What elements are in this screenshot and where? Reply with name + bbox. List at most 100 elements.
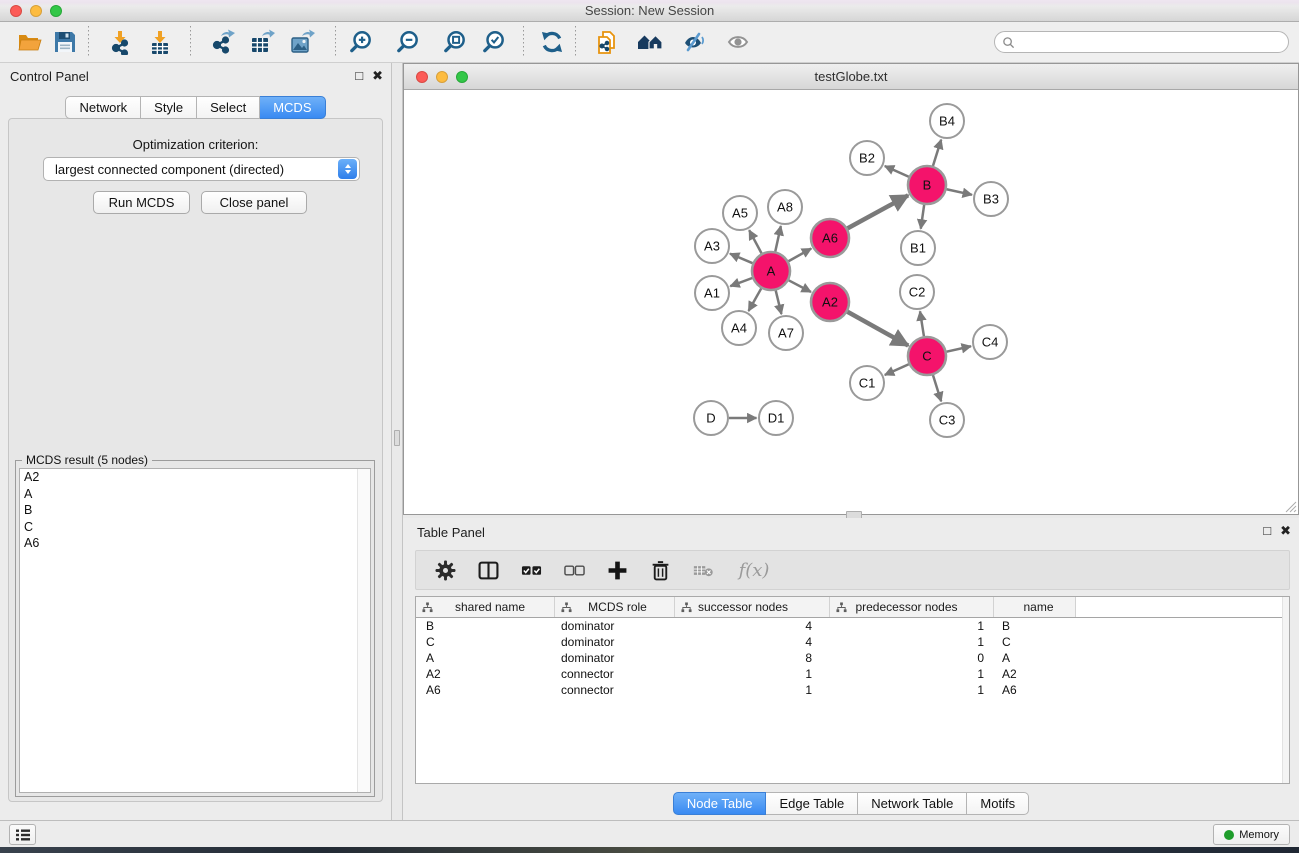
- graph-edge-A-A7[interactable]: [776, 290, 782, 314]
- home-view-button[interactable]: [635, 27, 665, 57]
- open-file-button[interactable]: [15, 27, 45, 57]
- graph-node-A5[interactable]: A5: [723, 196, 757, 230]
- graph-edge-A-A5[interactable]: [749, 230, 761, 253]
- close-panel-icon[interactable]: ✖: [1280, 523, 1291, 538]
- graph-node-A[interactable]: A: [752, 252, 790, 290]
- delete-row-button[interactable]: [648, 558, 672, 582]
- graph-edge-C-C1[interactable]: [885, 364, 909, 375]
- splitter-grip[interactable]: [394, 430, 400, 446]
- graph-node-A7[interactable]: A7: [769, 316, 803, 350]
- table-row[interactable]: A6connector11A6: [416, 682, 1289, 698]
- graph-node-A4[interactable]: A4: [722, 311, 756, 345]
- scrollbar-track[interactable]: [1282, 597, 1289, 783]
- export-image-button[interactable]: [287, 27, 317, 57]
- graph-node-D1[interactable]: D1: [759, 401, 793, 435]
- graph-edge-C-C2[interactable]: [920, 311, 924, 336]
- graph-edge-A2-C[interactable]: [847, 312, 908, 346]
- float-panel-icon[interactable]: □: [1263, 523, 1271, 538]
- import-network-button[interactable]: [105, 27, 135, 57]
- graph-node-C[interactable]: C: [908, 337, 946, 375]
- graph-edge-A-A3[interactable]: [730, 254, 753, 264]
- graph-node-C3[interactable]: C3: [930, 403, 964, 437]
- window-resize-grip[interactable]: [1283, 499, 1297, 513]
- memory-button[interactable]: Memory: [1213, 824, 1290, 845]
- graph-node-C2[interactable]: C2: [900, 275, 934, 309]
- graph-node-C4[interactable]: C4: [973, 325, 1007, 359]
- graph-node-D[interactable]: D: [694, 401, 728, 435]
- task-history-button[interactable]: [9, 824, 36, 845]
- graph-node-A3[interactable]: A3: [695, 229, 729, 263]
- clone-network-button[interactable]: [593, 27, 623, 57]
- graph-node-B[interactable]: B: [908, 166, 946, 204]
- column-header-shared-name[interactable]: shared name: [416, 597, 555, 617]
- tab-node-table[interactable]: Node Table: [673, 792, 767, 815]
- table-row[interactable]: Adominator80A: [416, 650, 1289, 666]
- mcds-result-item[interactable]: A2: [20, 469, 370, 486]
- graph-edge-A-A4[interactable]: [749, 288, 762, 311]
- tab-edge-table[interactable]: Edge Table: [766, 792, 858, 815]
- zoom-selected-button[interactable]: [479, 27, 509, 57]
- graph-edge-C-C4[interactable]: [947, 346, 971, 351]
- hide-graphics-details-button[interactable]: [678, 27, 708, 57]
- close-panel-icon[interactable]: ✖: [372, 68, 383, 83]
- tab-style[interactable]: Style: [141, 96, 197, 119]
- network-canvas[interactable]: B4 B2 B B3 A5 A8 A6 B1 A3 A C2 A1 A2 A4 A7 C4 C C1 C3 D D1: [404, 90, 1298, 515]
- function-builder-button[interactable]: f(x): [734, 558, 774, 582]
- graph-node-A8[interactable]: A8: [768, 190, 802, 224]
- graph-node-A1[interactable]: A1: [695, 276, 729, 310]
- graph-edge-A-A8[interactable]: [775, 226, 781, 251]
- column-header-mcds-role[interactable]: MCDS role: [555, 597, 675, 617]
- select-all-button[interactable]: [519, 558, 543, 582]
- close-panel-button[interactable]: Close panel: [201, 191, 307, 214]
- mcds-result-item[interactable]: A6: [20, 535, 370, 552]
- settings-gear-button[interactable]: [433, 558, 457, 582]
- deselect-all-button[interactable]: [562, 558, 586, 582]
- mcds-result-item[interactable]: C: [20, 519, 370, 536]
- scrollbar-track[interactable]: [357, 469, 370, 792]
- zoom-in-button[interactable]: [346, 27, 376, 57]
- column-header-predecessor-nodes[interactable]: predecessor nodes: [830, 597, 994, 617]
- graph-edge-B-B3[interactable]: [947, 189, 972, 195]
- tab-network[interactable]: Network: [65, 96, 141, 119]
- graph-edge-A-A1[interactable]: [730, 278, 752, 286]
- column-header-name[interactable]: name: [994, 597, 1076, 617]
- mcds-result-item[interactable]: B: [20, 502, 370, 519]
- search-box[interactable]: [994, 31, 1289, 53]
- export-table-button[interactable]: [247, 27, 277, 57]
- graph-edge-B-B2[interactable]: [885, 166, 909, 177]
- export-network-button[interactable]: [207, 27, 237, 57]
- tab-mcds[interactable]: MCDS: [260, 96, 325, 119]
- mcds-result-item[interactable]: A: [20, 486, 370, 503]
- zoom-fit-button[interactable]: [440, 27, 470, 57]
- tab-motifs[interactable]: Motifs: [967, 792, 1029, 815]
- graph-edge-C-C3[interactable]: [933, 375, 941, 401]
- refresh-button[interactable]: [537, 27, 567, 57]
- save-session-button[interactable]: [50, 27, 80, 57]
- eye-button[interactable]: [723, 27, 753, 57]
- graph-edge-A-A6[interactable]: [788, 248, 811, 261]
- table-row[interactable]: A2connector11A2: [416, 666, 1289, 682]
- graph-node-B1[interactable]: B1: [901, 231, 935, 265]
- column-header-successor-nodes[interactable]: successor nodes: [675, 597, 830, 617]
- vertical-splitter[interactable]: [391, 63, 403, 820]
- criterion-dropdown[interactable]: largest connected component (directed): [43, 157, 360, 181]
- run-mcds-button[interactable]: Run MCDS: [93, 191, 190, 214]
- graph-node-A2[interactable]: A2: [811, 283, 849, 321]
- graph-node-B4[interactable]: B4: [930, 104, 964, 138]
- graph-node-B2[interactable]: B2: [850, 141, 884, 175]
- float-panel-icon[interactable]: □: [355, 68, 363, 83]
- table-row[interactable]: Cdominator41C: [416, 634, 1289, 650]
- graph-node-C1[interactable]: C1: [850, 366, 884, 400]
- tab-select[interactable]: Select: [197, 96, 260, 119]
- graph-node-A6[interactable]: A6: [811, 219, 849, 257]
- graph-edge-B-B1[interactable]: [921, 205, 924, 229]
- graph-edge-A-A2[interactable]: [789, 280, 811, 292]
- table-row[interactable]: Bdominator41B: [416, 618, 1289, 634]
- search-input[interactable]: [1015, 33, 1288, 51]
- graph-edge-A6-B[interactable]: [848, 195, 909, 228]
- graph-node-B3[interactable]: B3: [974, 182, 1008, 216]
- tab-network-table[interactable]: Network Table: [858, 792, 967, 815]
- column-panel-button[interactable]: [476, 558, 500, 582]
- graph-edge-B-B4[interactable]: [933, 140, 941, 166]
- import-table-button[interactable]: [145, 27, 175, 57]
